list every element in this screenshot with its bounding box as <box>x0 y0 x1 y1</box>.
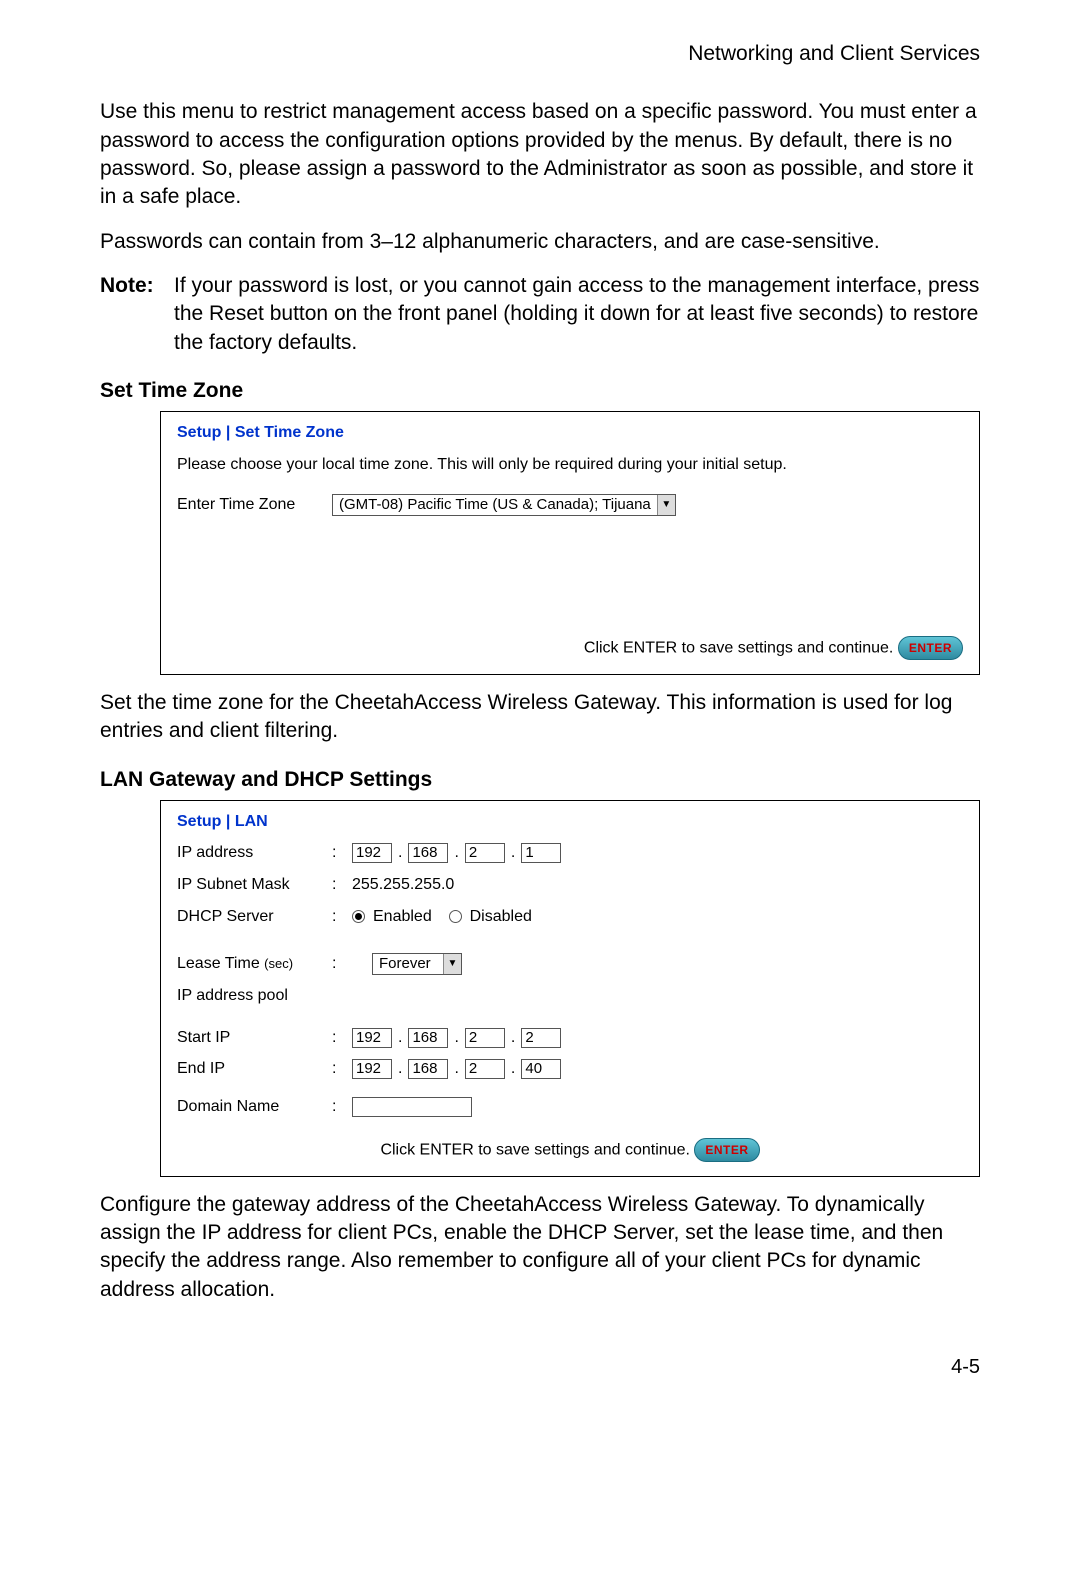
lease-time-value: Forever <box>373 954 443 974</box>
lan-enter-button[interactable]: ENTER <box>694 1138 759 1162</box>
page-header: Networking and Client Services <box>100 40 980 68</box>
dhcp-label: DHCP Server <box>177 906 332 928</box>
lan-after-paragraph: Configure the gateway address of the Che… <box>100 1191 980 1304</box>
ip-octet-4[interactable]: 1 <box>521 843 561 863</box>
lan-save-row: Click ENTER to save settings and continu… <box>177 1138 963 1162</box>
lan-breadcrumb: Setup | LAN <box>177 811 963 833</box>
dhcp-enabled-label: Enabled <box>373 906 432 928</box>
end-ip-octet-4[interactable]: 40 <box>521 1059 561 1079</box>
chevron-down-icon[interactable]: ▼ <box>443 954 461 974</box>
lan-heading: LAN Gateway and DHCP Settings <box>100 766 980 794</box>
end-ip-octet-3[interactable]: 2 <box>465 1059 505 1079</box>
ip-octet-1[interactable]: 192 <box>352 843 392 863</box>
tz-save-text: Click ENTER to save settings and continu… <box>584 639 893 656</box>
tz-label: Enter Time Zone <box>177 494 332 516</box>
dhcp-disabled-label: Disabled <box>470 906 532 928</box>
lease-time-label: Lease Time (sec) <box>177 953 332 975</box>
start-ip-octet-4[interactable]: 2 <box>521 1028 561 1048</box>
subnet-value: 255.255.255.0 <box>352 874 963 896</box>
lease-time-select[interactable]: Forever ▼ <box>372 953 462 975</box>
tz-enter-button[interactable]: ENTER <box>898 636 963 660</box>
start-ip-octet-2[interactable]: 168 <box>408 1028 448 1048</box>
note-body: If your password is lost, or you cannot … <box>170 272 980 357</box>
dhcp-enabled-radio[interactable] <box>352 910 365 923</box>
note-block: Note: If your password is lost, or you c… <box>100 272 980 357</box>
start-ip-octet-1[interactable]: 192 <box>352 1028 392 1048</box>
end-ip-octet-1[interactable]: 192 <box>352 1059 392 1079</box>
end-ip-label: End IP <box>177 1058 332 1080</box>
lan-save-text: Click ENTER to save settings and continu… <box>380 1141 689 1158</box>
tz-select-value: (GMT-08) Pacific Time (US & Canada); Tij… <box>333 495 657 515</box>
page-number: 4-5 <box>100 1354 980 1381</box>
chevron-down-icon[interactable]: ▼ <box>657 495 675 515</box>
tz-instruction: Please choose your local time zone. This… <box>177 454 963 476</box>
end-ip-octet-2[interactable]: 168 <box>408 1059 448 1079</box>
ip-octet-2[interactable]: 168 <box>408 843 448 863</box>
start-ip-label: Start IP <box>177 1027 332 1049</box>
ip-pool-label: IP address pool <box>177 985 332 1007</box>
start-ip-octet-3[interactable]: 2 <box>465 1028 505 1048</box>
tz-save-row: Click ENTER to save settings and continu… <box>177 636 963 660</box>
dhcp-disabled-radio[interactable] <box>449 910 462 923</box>
intro-paragraph-1: Use this menu to restrict management acc… <box>100 98 980 211</box>
note-label: Note: <box>100 272 170 357</box>
tz-breadcrumb: Setup | Set Time Zone <box>177 422 963 444</box>
subnet-label: IP Subnet Mask <box>177 874 332 896</box>
tz-after-paragraph: Set the time zone for the CheetahAccess … <box>100 689 980 746</box>
ip-octet-3[interactable]: 2 <box>465 843 505 863</box>
intro-paragraph-2: Passwords can contain from 3–12 alphanum… <box>100 228 980 256</box>
tz-select[interactable]: (GMT-08) Pacific Time (US & Canada); Tij… <box>332 494 676 516</box>
time-zone-panel: Setup | Set Time Zone Please choose your… <box>160 411 980 674</box>
domain-name-label: Domain Name <box>177 1096 332 1118</box>
ip-address-label: IP address <box>177 842 332 864</box>
domain-name-input[interactable] <box>352 1097 472 1117</box>
lan-panel: Setup | LAN IP address : 192. 168. 2. 1 … <box>160 800 980 1177</box>
set-time-zone-heading: Set Time Zone <box>100 377 980 405</box>
